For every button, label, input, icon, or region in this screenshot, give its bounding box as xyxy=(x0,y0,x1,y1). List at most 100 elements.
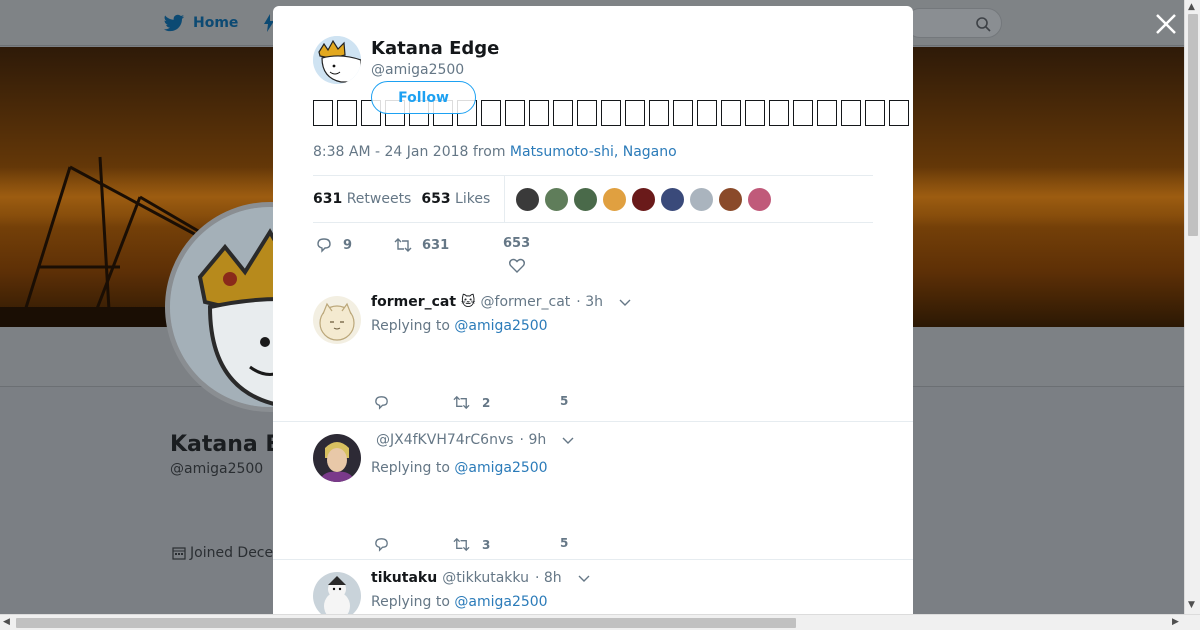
missing-glyph xyxy=(313,100,333,126)
missing-glyph xyxy=(769,100,789,126)
replying-to: Replying to @amiga2500 xyxy=(371,460,548,476)
scroll-right-icon[interactable]: ▶ xyxy=(1172,617,1179,627)
nav-home[interactable]: Home xyxy=(163,12,238,34)
search-input[interactable] xyxy=(905,8,1002,38)
missing-glyph xyxy=(601,100,621,126)
likes-label: Likes xyxy=(455,191,491,207)
reply-like-count: 5 xyxy=(560,536,569,550)
chevron-down-icon[interactable] xyxy=(578,572,590,584)
replying-to-prefix: Replying to xyxy=(371,460,455,476)
reply-icon xyxy=(317,238,331,253)
author-avatar[interactable] xyxy=(313,36,361,84)
vertical-scrollbar[interactable]: ▲ ▼ xyxy=(1184,0,1200,614)
liker-avatar[interactable] xyxy=(689,186,715,212)
likes-stat[interactable]: 653 Likes xyxy=(421,191,490,207)
replying-to-link[interactable]: @amiga2500 xyxy=(454,460,547,476)
retweets-count: 631 xyxy=(313,191,343,207)
reply-icon xyxy=(375,538,388,552)
replying-to-prefix: Replying to xyxy=(371,318,455,334)
missing-glyph xyxy=(745,100,765,126)
liker-avatar[interactable] xyxy=(573,186,599,212)
retweet-action[interactable]: 631 xyxy=(394,236,449,254)
liker-avatar[interactable] xyxy=(660,186,686,212)
liker-avatar[interactable] xyxy=(631,186,657,212)
replying-to-link[interactable]: @amiga2500 xyxy=(454,594,547,610)
liker-avatar[interactable] xyxy=(747,186,773,212)
replying-to: Replying to @amiga2500 xyxy=(371,318,548,334)
profile-handle: @amiga2500 xyxy=(170,461,264,477)
scroll-left-icon[interactable]: ◀ xyxy=(3,617,10,627)
reply-author-name[interactable]: former_cat 🐱 xyxy=(371,294,476,310)
reply-author-name[interactable]: tikutaku xyxy=(371,570,437,586)
retweet-count: 631 xyxy=(422,237,450,253)
liker-avatar[interactable] xyxy=(515,186,541,212)
reply-like-action[interactable]: 5 xyxy=(560,394,568,408)
search-icon xyxy=(976,17,991,32)
reply-item[interactable]: tikutaku @tikkutakku · 8h Replying to @a… xyxy=(273,560,913,614)
reply-count: 9 xyxy=(343,237,353,253)
reply-author-handle[interactable]: @JX4fKVH74rC6nvs xyxy=(376,432,514,448)
missing-glyph xyxy=(673,100,693,126)
reply-actions: 3 5 xyxy=(371,536,671,558)
reply-time[interactable]: · 3h xyxy=(576,294,603,310)
reply-action[interactable]: 9 xyxy=(315,236,352,254)
reply-author-handle[interactable]: @tikkutakku xyxy=(442,570,529,586)
reply-like-action[interactable]: 5 xyxy=(560,536,568,550)
missing-glyph xyxy=(793,100,813,126)
chevron-down-icon[interactable] xyxy=(619,296,631,308)
retweets-stat[interactable]: 631 Retweets xyxy=(313,191,411,207)
reply-avatar[interactable] xyxy=(313,572,361,614)
horizontal-scroll-thumb[interactable] xyxy=(16,618,796,628)
missing-glyph xyxy=(553,100,573,126)
reply-retweet-action[interactable]: 2 xyxy=(453,394,490,411)
reply-retweet-count: 2 xyxy=(482,395,491,410)
chevron-down-icon[interactable] xyxy=(562,434,574,446)
missing-glyph xyxy=(481,100,501,126)
profile-joined-label: Joined Dece xyxy=(190,545,274,561)
missing-glyph xyxy=(865,100,885,126)
missing-glyph xyxy=(577,100,597,126)
reply-time[interactable]: · 9h xyxy=(520,432,547,448)
reply-reply-action[interactable] xyxy=(373,536,390,553)
reply-time[interactable]: · 8h xyxy=(535,570,562,586)
reply-icon xyxy=(375,396,388,410)
stats-divider xyxy=(504,175,506,223)
tweet-actions: 9 631 653 xyxy=(313,230,613,280)
reply-avatar[interactable] xyxy=(313,434,361,482)
vertical-scroll-thumb[interactable] xyxy=(1188,14,1198,236)
missing-glyph xyxy=(817,100,837,126)
replying-to-link[interactable]: @amiga2500 xyxy=(454,318,547,334)
reply-item[interactable]: former_cat 🐱 @former_cat · 3h Replying t… xyxy=(273,280,913,422)
tweet-location-link[interactable]: Matsumoto-shi, Nagano xyxy=(510,144,677,160)
reply-reply-action[interactable] xyxy=(373,394,390,411)
liker-avatar[interactable] xyxy=(544,186,570,212)
scroll-up-icon[interactable]: ▲ xyxy=(1188,2,1195,12)
reply-like-count: 5 xyxy=(560,394,569,408)
author-handle[interactable]: @amiga2500 xyxy=(371,62,464,78)
close-icon[interactable] xyxy=(1153,11,1179,37)
like-action[interactable]: 653 xyxy=(503,236,530,275)
reply-avatar[interactable] xyxy=(313,296,361,344)
author-name[interactable]: Katana Edge xyxy=(371,38,499,59)
reply-retweet-count: 3 xyxy=(482,537,491,552)
reply-item[interactable]: @JX4fKVH74rC6nvs · 9h Replying to @amiga… xyxy=(273,422,913,560)
reply-retweet-action[interactable]: 3 xyxy=(453,536,490,553)
follow-button[interactable]: Follow xyxy=(371,81,476,114)
missing-glyph xyxy=(337,100,357,126)
tweet-timestamp: 8:38 AM - 24 Jan 2018 from xyxy=(313,144,510,160)
scroll-down-icon[interactable]: ▼ xyxy=(1188,600,1195,610)
horizontal-scrollbar[interactable]: ◀ ▶ xyxy=(0,614,1200,630)
liker-avatar[interactable] xyxy=(718,186,744,212)
retweet-icon xyxy=(453,537,470,552)
missing-glyph xyxy=(697,100,717,126)
likers-avatars xyxy=(515,186,776,212)
liker-avatar[interactable] xyxy=(602,186,628,212)
tweet-modal: Katana Edge @amiga2500 Follow 8:38 AM - … xyxy=(273,6,913,614)
reply-author-handle[interactable]: @former_cat xyxy=(481,294,571,310)
heart-icon xyxy=(508,258,525,273)
missing-glyph xyxy=(649,100,669,126)
profile-joined: Joined Dece xyxy=(172,545,273,561)
nav-home-label: Home xyxy=(193,15,239,31)
missing-glyph xyxy=(625,100,645,126)
replying-to-prefix: Replying to xyxy=(371,594,455,610)
